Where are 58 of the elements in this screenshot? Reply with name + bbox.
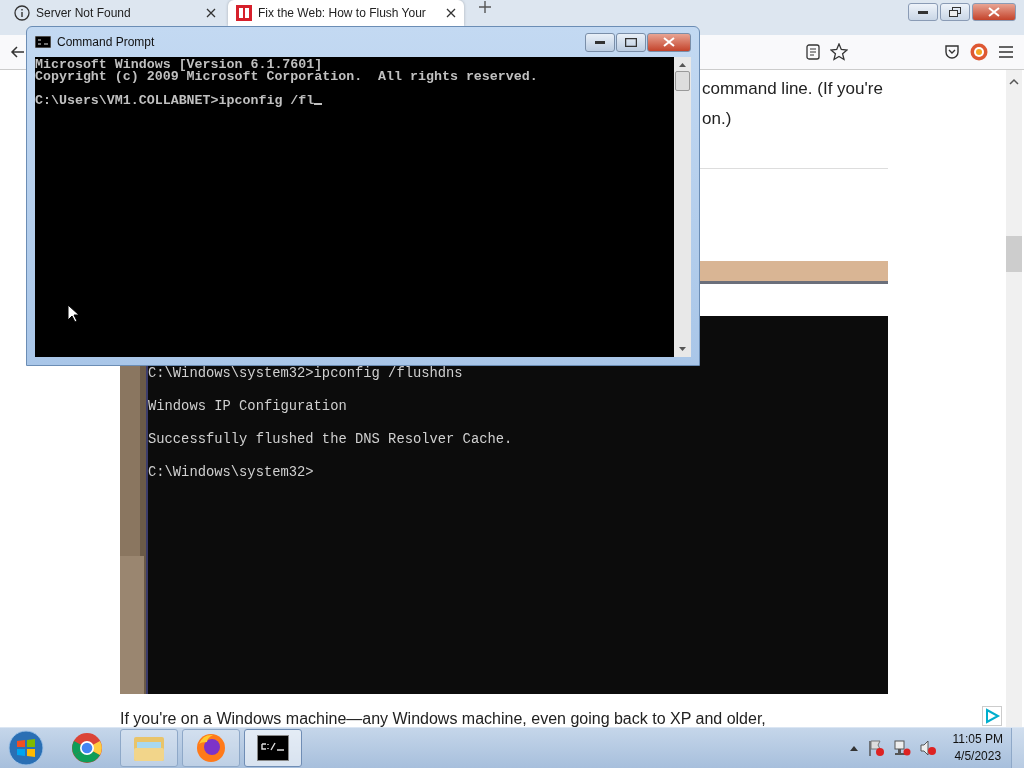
- console-line: C:\Windows\system32>: [148, 465, 315, 482]
- restore-button[interactable]: [940, 3, 970, 21]
- maximize-icon: [625, 37, 637, 47]
- article-text: on.): [702, 108, 732, 130]
- console-line: Copyright (c) 2009 Microsoft Corporation. All rights reserved.: [35, 71, 539, 83]
- scroll-up-icon[interactable]: [1009, 78, 1019, 86]
- article-text: command line. (If you're: [702, 78, 883, 100]
- volume-icon[interactable]: [918, 739, 937, 757]
- scrollbar[interactable]: [674, 57, 691, 357]
- info-icon: [14, 5, 30, 21]
- star-icon[interactable]: [830, 42, 848, 61]
- window-title: Command Prompt: [57, 35, 156, 49]
- new-tab-icon[interactable]: [478, 0, 492, 14]
- scroll-up-icon[interactable]: [678, 61, 687, 69]
- show-hidden-icons-icon[interactable]: [848, 744, 859, 752]
- scrollbar-thumb[interactable]: [675, 71, 690, 91]
- close-button[interactable]: [972, 3, 1016, 21]
- clock-time: 11:05 PM: [952, 731, 1003, 748]
- console-input[interactable]: C:\Users\VM1.COLLABNET>ipconfig /fl: [35, 95, 674, 107]
- play-icon[interactable]: [982, 706, 1002, 726]
- minimize-icon: [918, 10, 928, 14]
- scrollbar[interactable]: [1006, 70, 1022, 728]
- menu-icon[interactable]: [998, 44, 1014, 59]
- console-line: Microsoft Windows [Version 6.1.7601]: [35, 59, 323, 71]
- close-button[interactable]: [647, 32, 691, 52]
- close-icon: [988, 7, 1000, 17]
- close-icon[interactable]: [206, 8, 216, 18]
- duck-icon[interactable]: [970, 42, 988, 61]
- folder-icon: [133, 734, 165, 762]
- browser-tab[interactable]: Fix the Web: How to Flush Your: [228, 0, 464, 26]
- terminal-icon: [257, 735, 289, 761]
- browser-tab[interactable]: Server Not Found: [6, 0, 224, 26]
- scrollbar-thumb[interactable]: [1006, 236, 1022, 272]
- site-logo-icon: [236, 5, 252, 21]
- scroll-down-icon[interactable]: [678, 345, 687, 353]
- close-icon: [663, 37, 675, 47]
- flag-icon[interactable]: [866, 739, 885, 757]
- network-icon[interactable]: [892, 739, 911, 757]
- minimize-icon: [595, 40, 605, 44]
- reader-view-icon[interactable]: [806, 43, 820, 60]
- firefox-icon: [195, 732, 227, 764]
- clock-date: 4/5/2023: [954, 748, 1002, 765]
- terminal-icon: [35, 36, 51, 48]
- close-icon[interactable]: [446, 8, 456, 18]
- minimize-button[interactable]: [908, 3, 938, 21]
- console-line: Windows IP Configuration: [148, 399, 348, 416]
- minimize-button[interactable]: [585, 32, 615, 52]
- chrome-icon: [71, 732, 103, 764]
- start-button[interactable]: [6, 729, 46, 767]
- mouse-cursor-icon: [67, 304, 79, 323]
- pocket-icon[interactable]: [944, 43, 960, 60]
- maximize-button[interactable]: [616, 32, 646, 52]
- console-line: C:\Windows\system32>ipconfig /flushdns: [148, 366, 464, 383]
- restore-icon: [949, 7, 961, 17]
- console-line: Successfully flushed the DNS Resolver Cache.: [148, 432, 513, 449]
- taskbar-button[interactable]: [244, 729, 302, 767]
- back-icon[interactable]: [10, 43, 26, 60]
- article-text: If you're on a Windows machine—any Windows machine, even going back to XP and older,: [120, 710, 767, 728]
